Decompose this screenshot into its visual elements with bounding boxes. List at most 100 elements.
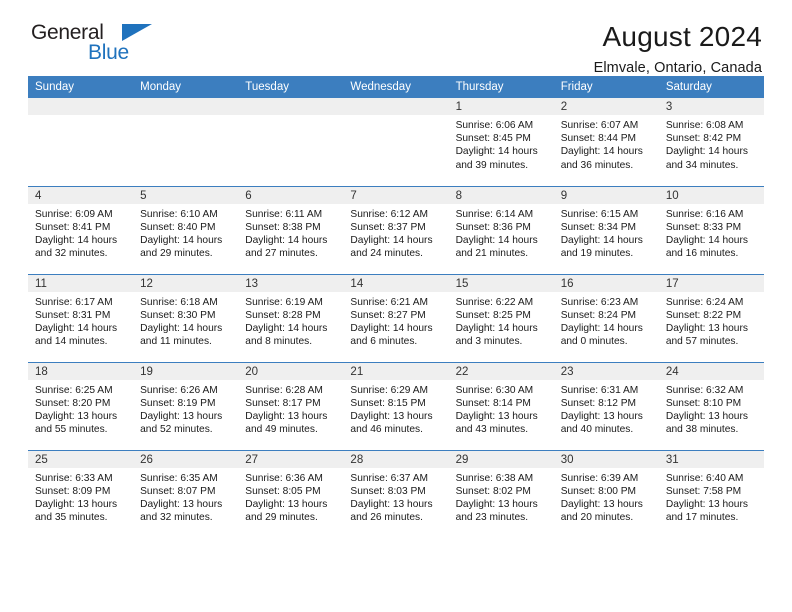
- daylight-text-line1: Daylight: 13 hours: [245, 498, 328, 510]
- day-number: [28, 98, 134, 115]
- calendar-week-row: 11 Sunrise: 6:17 AM Sunset: 8:31 PM Dayligh…: [28, 273, 764, 362]
- day-number: 20: [238, 362, 344, 380]
- sunrise-text: Sunrise: 6:12 AM: [350, 208, 429, 220]
- sunrise-text: Sunrise: 6:40 AM: [665, 472, 744, 484]
- calendar-day-cell[interactable]: 11 Sunrise: 6:17 AM Sunset: 8:31 PM Dayligh…: [28, 273, 134, 362]
- calendar-day-cell[interactable]: 26 Sunrise: 6:35 AM Sunset: 8:07 PM Dayligh…: [133, 449, 239, 538]
- general-blue-logo[interactable]: General Blue: [28, 22, 158, 72]
- daylight-text-line1: Daylight: 13 hours: [35, 498, 118, 510]
- calendar-day-cell[interactable]: 24 Sunrise: 6:32 AM Sunset: 8:10 PM Dayligh…: [658, 361, 764, 450]
- calendar-week-row: 25 Sunrise: 6:33 AM Sunset: 8:09 PM Dayligh…: [28, 449, 764, 538]
- calendar-day-cell[interactable]: 28 Sunrise: 6:37 AM Sunset: 8:03 PM Dayligh…: [343, 449, 449, 538]
- daylight-text-line2: and 21 minutes.: [455, 248, 529, 260]
- calendar-cell-empty: [133, 98, 239, 186]
- sunset-text: Sunset: 8:25 PM: [455, 309, 531, 321]
- calendar-day-cell[interactable]: 25 Sunrise: 6:33 AM Sunset: 8:09 PM Dayligh…: [28, 449, 134, 538]
- calendar-day-cell[interactable]: 6 Sunrise: 6:11 AM Sunset: 8:38 PM Daylight…: [238, 185, 344, 274]
- daylight-text-line2: and 55 minutes.: [35, 424, 108, 436]
- daylight-text-line2: and 49 minutes.: [245, 424, 318, 436]
- daylight-text-line1: Daylight: 13 hours: [455, 498, 538, 510]
- daylight-text-line2: and 29 minutes.: [140, 248, 213, 260]
- calendar-day-cell[interactable]: 8 Sunrise: 6:14 AM Sunset: 8:36 PM Daylight…: [448, 185, 554, 274]
- day-number: 18: [28, 362, 134, 380]
- sunrise-text: Sunrise: 6:19 AM: [245, 296, 323, 308]
- calendar-day-cell[interactable]: 31 Sunrise: 6:40 AM Sunset: 7:58 PM Dayligh…: [658, 449, 764, 538]
- calendar-day-cell[interactable]: 1 Sunrise: 6:06 AM Sunset: 8:45 PM Daylight…: [448, 98, 554, 186]
- sunrise-text: Sunrise: 6:29 AM: [350, 384, 429, 396]
- calendar-day-cell[interactable]: 30 Sunrise: 6:39 AM Sunset: 8:00 PM Dayligh…: [553, 449, 659, 538]
- calendar-day-cell[interactable]: 29 Sunrise: 6:38 AM Sunset: 8:02 PM Dayligh…: [448, 449, 554, 538]
- calendar-day-cell[interactable]: 5 Sunrise: 6:10 AM Sunset: 8:40 PM Daylight…: [133, 185, 239, 274]
- day-number: 28: [343, 450, 449, 468]
- calendar-day-cell[interactable]: 9 Sunrise: 6:15 AM Sunset: 8:34 PM Daylight…: [553, 185, 659, 274]
- daylight-text-line2: and 34 minutes.: [665, 159, 739, 171]
- sunset-text: Sunset: 8:20 PM: [35, 397, 111, 409]
- daylight-text-line1: Daylight: 13 hours: [560, 410, 643, 422]
- day-number: 29: [448, 450, 554, 468]
- calendar-day-cell[interactable]: 17 Sunrise: 6:24 AM Sunset: 8:22 PM Dayligh…: [658, 273, 764, 362]
- daylight-text-line2: and 20 minutes.: [560, 512, 634, 524]
- day-details: Sunrise: 6:26 AM Sunset: 8:19 PM Daylight:…: [133, 380, 238, 437]
- sunset-text: Sunset: 8:19 PM: [140, 397, 216, 409]
- calendar-day-cell[interactable]: 12 Sunrise: 6:18 AM Sunset: 8:30 PM Dayligh…: [133, 273, 239, 362]
- sunset-text: Sunset: 8:02 PM: [455, 485, 531, 497]
- calendar-day-cell[interactable]: 10 Sunrise: 6:16 AM Sunset: 8:33 PM Dayligh…: [658, 185, 764, 274]
- sunset-text: Sunset: 8:30 PM: [140, 309, 216, 321]
- daylight-text-line2: and 32 minutes.: [35, 248, 108, 260]
- calendar-day-cell[interactable]: 23 Sunrise: 6:31 AM Sunset: 8:12 PM Dayligh…: [553, 361, 659, 450]
- day-number: 3: [658, 98, 764, 115]
- daylight-text-line1: Daylight: 14 hours: [35, 322, 118, 334]
- day-details: Sunrise: 6:31 AM Sunset: 8:12 PM Daylight:…: [554, 380, 659, 437]
- sunrise-text: Sunrise: 6:33 AM: [35, 472, 113, 484]
- calendar-day-cell[interactable]: 21 Sunrise: 6:29 AM Sunset: 8:15 PM Dayligh…: [343, 361, 449, 450]
- day-details: Sunrise: 6:09 AM Sunset: 8:41 PM Daylight:…: [28, 204, 133, 261]
- calendar-day-cell[interactable]: 15 Sunrise: 6:22 AM Sunset: 8:25 PM Dayligh…: [448, 273, 554, 362]
- calendar-day-cell[interactable]: 13 Sunrise: 6:19 AM Sunset: 8:28 PM Dayligh…: [238, 273, 344, 362]
- sunset-text: Sunset: 8:36 PM: [455, 221, 531, 233]
- sunrise-text: Sunrise: 6:28 AM: [245, 384, 323, 396]
- sunset-text: Sunset: 8:09 PM: [35, 485, 111, 497]
- daylight-text-line1: Daylight: 13 hours: [455, 410, 538, 422]
- day-details: Sunrise: 6:39 AM Sunset: 8:00 PM Daylight:…: [554, 468, 659, 525]
- day-number: 25: [28, 450, 134, 468]
- day-number: 11: [28, 274, 134, 292]
- day-number: 16: [553, 274, 659, 292]
- calendar-week-row: 4 Sunrise: 6:09 AM Sunset: 8:41 PM Daylight…: [28, 185, 764, 274]
- calendar-day-cell[interactable]: 14 Sunrise: 6:21 AM Sunset: 8:27 PM Dayligh…: [343, 273, 449, 362]
- calendar-day-cell[interactable]: 18 Sunrise: 6:25 AM Sunset: 8:20 PM Dayligh…: [28, 361, 134, 450]
- daylight-text-line2: and 36 minutes.: [560, 159, 634, 171]
- calendar-day-cell[interactable]: 20 Sunrise: 6:28 AM Sunset: 8:17 PM Dayligh…: [238, 361, 344, 450]
- sunset-text: Sunset: 8:28 PM: [245, 309, 321, 321]
- sunrise-text: Sunrise: 6:37 AM: [350, 472, 429, 484]
- daylight-text-line2: and 38 minutes.: [665, 424, 739, 436]
- day-details: Sunrise: 6:30 AM Sunset: 8:14 PM Daylight:…: [449, 380, 554, 437]
- daylight-text-line2: and 29 minutes.: [245, 512, 318, 524]
- weekday-header-wednesday: Wednesday: [343, 76, 449, 98]
- calendar-day-cell[interactable]: 22 Sunrise: 6:30 AM Sunset: 8:14 PM Dayligh…: [448, 361, 554, 450]
- day-number: 9: [553, 186, 659, 204]
- day-details: Sunrise: 6:06 AM Sunset: 8:45 PM Daylight:…: [449, 115, 554, 172]
- sunset-text: Sunset: 8:44 PM: [560, 133, 637, 145]
- daylight-text-line1: Daylight: 13 hours: [140, 410, 223, 422]
- day-number: 21: [343, 362, 449, 380]
- calendar-day-cell[interactable]: 2 Sunrise: 6:07 AM Sunset: 8:44 PM Daylight…: [553, 98, 659, 186]
- day-details: Sunrise: 6:22 AM Sunset: 8:25 PM Daylight:…: [449, 292, 554, 349]
- calendar-day-cell[interactable]: 27 Sunrise: 6:36 AM Sunset: 8:05 PM Dayligh…: [238, 449, 344, 538]
- daylight-text-line2: and 11 minutes.: [140, 336, 212, 348]
- calendar-day-cell[interactable]: 16 Sunrise: 6:23 AM Sunset: 8:24 PM Dayligh…: [553, 273, 659, 362]
- daylight-text-line1: Daylight: 13 hours: [140, 498, 223, 510]
- calendar-day-cell[interactable]: 7 Sunrise: 6:12 AM Sunset: 8:37 PM Daylight…: [343, 185, 449, 274]
- daylight-text-line2: and 16 minutes.: [665, 248, 739, 260]
- daylight-text-line2: and 14 minutes.: [35, 336, 108, 348]
- sunset-text: Sunset: 8:00 PM: [560, 485, 637, 497]
- calendar-day-cell[interactable]: 3 Sunrise: 6:08 AM Sunset: 8:42 PM Daylight…: [658, 98, 764, 186]
- daylight-text-line1: Daylight: 14 hours: [350, 322, 433, 334]
- calendar-day-cell[interactable]: 19 Sunrise: 6:26 AM Sunset: 8:19 PM Dayligh…: [133, 361, 239, 450]
- daylight-text-line1: Daylight: 13 hours: [560, 498, 643, 510]
- sunrise-text: Sunrise: 6:11 AM: [245, 208, 323, 220]
- day-number: 10: [658, 186, 764, 204]
- daylight-text-line1: Daylight: 14 hours: [140, 322, 223, 334]
- calendar-day-cell[interactable]: 4 Sunrise: 6:09 AM Sunset: 8:41 PM Daylight…: [28, 185, 134, 274]
- day-number: 7: [343, 186, 449, 204]
- day-number: 4: [28, 186, 134, 204]
